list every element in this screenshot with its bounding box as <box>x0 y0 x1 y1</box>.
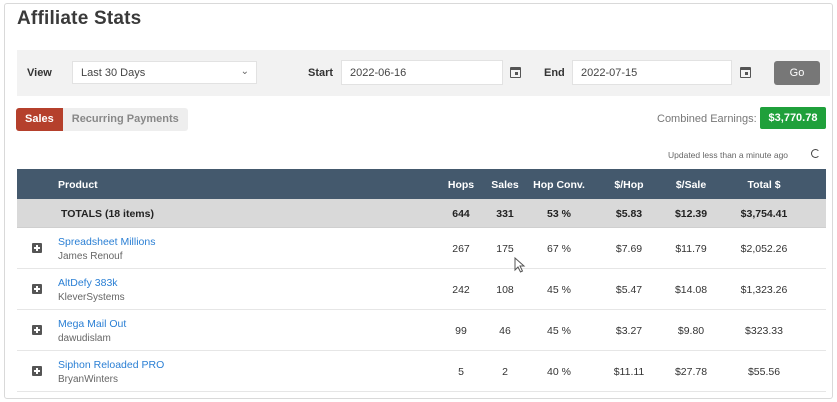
sales-value: 175 <box>496 243 514 255</box>
table-row: Spreadsheet Millions James Renouf 267 17… <box>17 228 826 269</box>
chevron-down-icon: ⌄ <box>240 66 249 77</box>
per-hop-value: $3.27 <box>615 325 643 337</box>
table-row: AltDefy 383k KleverSystems 242 108 45 % … <box>17 269 826 310</box>
vendor-name: dawudislam <box>58 333 111 344</box>
total-value: $1,323.26 <box>740 284 788 296</box>
totals-per-hop: $5.83 <box>615 208 643 220</box>
column-header-per-hop[interactable]: $/Hop <box>603 179 655 191</box>
per-sale-value: $14.08 <box>674 284 708 296</box>
product-link[interactable]: Mega Mail Out <box>58 318 126 330</box>
combined-earnings-badge: $3,770.78 <box>760 107 826 129</box>
end-label: End <box>544 67 565 79</box>
conv-value: 67 % <box>547 243 571 255</box>
affiliate-stats-panel: Affiliate Stats View Last 30 Days ⌄ Star… <box>4 3 833 399</box>
hops-value: 5 <box>458 366 464 378</box>
per-hop-value: $11.11 <box>613 366 645 378</box>
totals-label: TOTALS (18 items) <box>61 208 154 220</box>
totals-conv: 53 % <box>547 208 571 220</box>
filter-bar: View Last 30 Days ⌄ Start 2022-06-16 End… <box>17 50 830 96</box>
table-row: Mega Mail Out dawudislam 99 46 45 % $3.2… <box>17 310 826 351</box>
calendar-icon[interactable] <box>510 67 521 78</box>
table-row: Siphon Reloaded PRO BryanWinters 5 2 40 … <box>17 351 826 392</box>
go-button[interactable]: Go <box>774 61 820 85</box>
hops-value: 242 <box>452 284 470 296</box>
tab-recurring-payments[interactable]: Recurring Payments <box>63 108 188 131</box>
view-select[interactable]: Last 30 Days ⌄ <box>72 61 257 84</box>
conv-value: 45 % <box>547 284 571 296</box>
start-date-input[interactable]: 2022-06-16 <box>341 60 503 85</box>
totals-hops: 644 <box>452 208 470 220</box>
tab-sales[interactable]: Sales <box>16 108 63 131</box>
table-header: Product Hops Sales Hop Conv. $/Hop $/Sal… <box>17 169 826 199</box>
column-header-hops[interactable]: Hops <box>441 179 481 191</box>
view-select-value: Last 30 Days <box>81 67 146 79</box>
totals-total: $3,754.41 <box>740 208 788 220</box>
mouse-cursor-icon <box>514 257 526 273</box>
view-label: View <box>27 67 52 79</box>
hops-value: 99 <box>455 325 467 337</box>
refresh-icon[interactable] <box>811 149 820 158</box>
vendor-name: James Renouf <box>58 251 123 262</box>
per-sale-value: $9.80 <box>677 325 705 337</box>
calendar-icon[interactable] <box>740 67 751 78</box>
expand-icon[interactable] <box>32 284 42 294</box>
combined-earnings-label: Combined Earnings: <box>657 113 757 125</box>
updated-status: Updated less than a minute ago <box>668 150 789 160</box>
product-link[interactable]: Siphon Reloaded PRO <box>58 359 164 371</box>
per-hop-value: $5.47 <box>615 284 643 296</box>
vendor-name: BryanWinters <box>58 374 119 385</box>
end-date-input[interactable]: 2022-07-15 <box>572 60 732 85</box>
sales-value: 108 <box>496 284 514 296</box>
column-header-hop-conv[interactable]: Hop Conv. <box>529 179 589 191</box>
total-value: $55.56 <box>747 366 781 378</box>
start-label: Start <box>308 67 334 79</box>
total-value: $2,052.26 <box>740 243 788 255</box>
product-link[interactable]: AltDefy 383k <box>58 277 118 289</box>
column-header-per-sale[interactable]: $/Sale <box>665 179 717 191</box>
tab-bar: Sales Recurring Payments <box>16 108 188 131</box>
column-header-sales[interactable]: Sales <box>485 179 525 191</box>
product-link[interactable]: Spreadsheet Millions <box>58 236 155 248</box>
vendor-name: KleverSystems <box>58 292 125 303</box>
expand-icon[interactable] <box>32 366 42 376</box>
stats-table: Product Hops Sales Hop Conv. $/Hop $/Sal… <box>17 169 826 392</box>
per-hop-value: $7.69 <box>615 243 643 255</box>
total-value: $323.33 <box>745 325 783 337</box>
expand-icon[interactable] <box>32 325 42 335</box>
per-sale-value: $11.79 <box>675 243 707 255</box>
totals-per-sale: $12.39 <box>674 208 708 220</box>
totals-sales: 331 <box>496 208 514 220</box>
column-header-product[interactable]: Product <box>58 179 98 191</box>
column-header-total[interactable]: Total $ <box>729 179 799 191</box>
expand-icon[interactable] <box>32 243 42 253</box>
per-sale-value: $27.78 <box>674 366 708 378</box>
page-title: Affiliate Stats <box>17 8 142 29</box>
conv-value: 45 % <box>547 325 571 337</box>
hops-value: 267 <box>452 243 470 255</box>
sales-value: 2 <box>502 366 508 378</box>
conv-value: 40 % <box>547 366 571 378</box>
totals-row: TOTALS (18 items) 644 331 53 % $5.83 $12… <box>17 199 826 228</box>
sales-value: 46 <box>499 325 511 337</box>
